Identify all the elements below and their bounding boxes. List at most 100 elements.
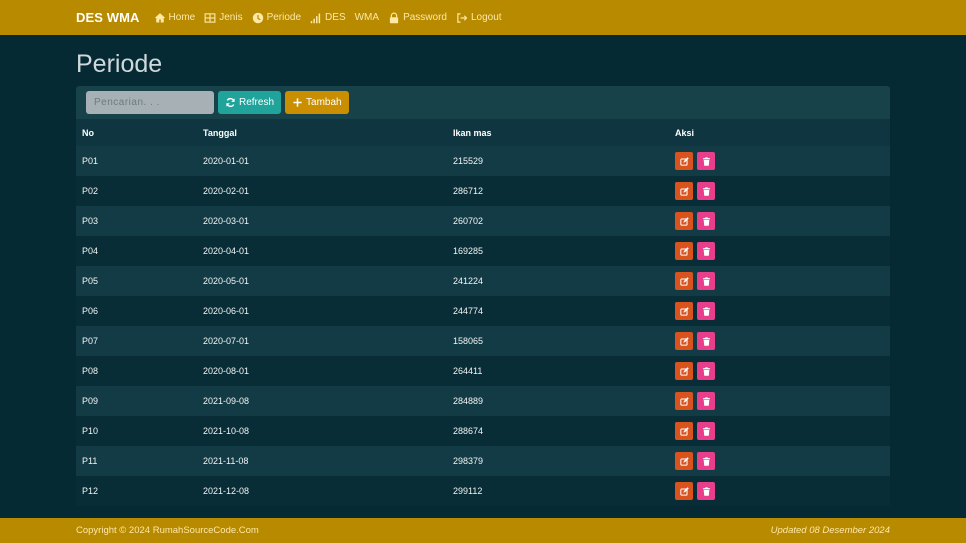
delete-button[interactable] <box>697 332 715 350</box>
search-input[interactable] <box>86 91 214 114</box>
cell-ikan-mas: 158065 <box>453 336 484 346</box>
delete-button[interactable] <box>697 482 715 500</box>
edit-icon <box>679 186 689 196</box>
cell-ikan-mas: 264411 <box>453 366 483 376</box>
edit-icon <box>679 306 689 316</box>
cell-no: P08 <box>82 366 99 376</box>
edit-button[interactable] <box>675 332 693 350</box>
cell-ikan-mas: 260702 <box>453 216 484 226</box>
edit-button[interactable] <box>675 362 693 380</box>
edit-icon <box>679 366 689 376</box>
nav-des[interactable]: DES <box>310 12 346 24</box>
table-row: P06 2020-06-01 244774 <box>76 296 890 326</box>
cell-no: P05 <box>82 276 99 286</box>
cell-aksi <box>669 356 890 386</box>
edit-button[interactable] <box>675 182 693 200</box>
periode-panel: Refresh Tambah No Tanggal Ikan mas Aksi … <box>76 86 890 506</box>
clock-icon <box>252 12 264 24</box>
cell-tanggal: 2021-09-08 <box>203 396 250 406</box>
edit-icon <box>679 336 689 346</box>
cell-no: P01 <box>82 156 99 166</box>
cell-no: P03 <box>82 216 99 226</box>
nav-home-label: Home <box>168 12 196 23</box>
edit-button[interactable] <box>675 482 693 500</box>
edit-button[interactable] <box>675 392 693 410</box>
tambah-label: Tambah <box>306 97 342 108</box>
nav-periode-label: Periode <box>266 12 302 23</box>
cell-ikan-mas: 169285 <box>453 246 484 256</box>
delete-button[interactable] <box>697 272 715 290</box>
delete-button[interactable] <box>697 182 715 200</box>
cell-aksi <box>669 386 890 416</box>
cell-ikan-mas: 298379 <box>453 456 484 466</box>
cell-ikan-mas: 284889 <box>453 396 484 406</box>
tambah-button[interactable]: Tambah <box>285 91 349 114</box>
delete-button[interactable] <box>697 242 715 260</box>
cell-tanggal: 2021-11-08 <box>203 456 249 466</box>
header-ikan-mas: Ikan mas <box>453 127 492 138</box>
trash-icon <box>702 156 711 166</box>
table-row: P05 2020-05-01 241224 <box>76 266 890 296</box>
table-row: P03 2020-03-01 260702 <box>76 206 890 236</box>
table-row: P12 2021-12-08 299112 <box>76 476 890 506</box>
cell-aksi <box>669 416 890 446</box>
delete-button[interactable] <box>697 392 715 410</box>
nav-wma-label: WMA <box>354 12 380 23</box>
cell-tanggal: 2020-08-01 <box>203 366 250 376</box>
delete-button[interactable] <box>697 452 715 470</box>
cell-tanggal: 2020-07-01 <box>203 336 250 346</box>
cell-aksi <box>669 326 890 356</box>
cell-no: P02 <box>82 186 99 196</box>
edit-icon <box>679 396 689 406</box>
trash-icon <box>702 306 711 316</box>
edit-icon <box>679 426 689 436</box>
cell-tanggal: 2020-06-01 <box>203 306 250 316</box>
cell-no: P04 <box>82 246 99 256</box>
trash-icon <box>702 486 711 496</box>
trash-icon <box>702 336 711 346</box>
header-tanggal: Tanggal <box>203 127 237 138</box>
trash-icon <box>702 246 711 256</box>
cell-no: P07 <box>82 336 99 346</box>
delete-button[interactable] <box>697 422 715 440</box>
table-header-row: No Tanggal Ikan mas Aksi <box>76 119 890 146</box>
nav-password[interactable]: Password <box>388 12 447 24</box>
delete-button[interactable] <box>697 362 715 380</box>
cell-tanggal: 2020-04-01 <box>203 246 250 256</box>
brand[interactable]: DES WMA <box>76 10 140 25</box>
trash-icon <box>702 426 711 436</box>
edit-icon <box>679 486 689 496</box>
cell-ikan-mas: 299112 <box>453 486 483 496</box>
periode-table: No Tanggal Ikan mas Aksi P01 2020-01-01 … <box>76 119 890 506</box>
nav-logout[interactable]: Logout <box>456 12 502 24</box>
cell-no: P12 <box>82 486 99 496</box>
nav-wma[interactable]: WMA <box>355 12 379 23</box>
edit-button[interactable] <box>675 272 693 290</box>
signal-icon <box>310 12 322 24</box>
edit-button[interactable] <box>675 302 693 320</box>
delete-button[interactable] <box>697 152 715 170</box>
edit-button[interactable] <box>675 152 693 170</box>
toolbar: Refresh Tambah <box>76 86 890 119</box>
table-row: P09 2021-09-08 284889 <box>76 386 890 416</box>
edit-button[interactable] <box>675 212 693 230</box>
table-body: P01 2020-01-01 215529 P02 2020-02-01 286… <box>76 146 890 506</box>
table-row: P04 2020-04-01 169285 <box>76 236 890 266</box>
cell-tanggal: 2021-12-08 <box>203 486 250 496</box>
edit-icon <box>679 156 689 166</box>
table-row: P10 2021-10-08 288674 <box>76 416 890 446</box>
table-row: P07 2020-07-01 158065 <box>76 326 890 356</box>
cell-tanggal: 2021-10-08 <box>203 426 250 436</box>
nav-jenis[interactable]: Jenis <box>204 12 243 24</box>
home-icon <box>154 12 166 24</box>
edit-button[interactable] <box>675 422 693 440</box>
refresh-button[interactable]: Refresh <box>218 91 282 114</box>
nav-home[interactable]: Home <box>154 12 196 24</box>
delete-button[interactable] <box>697 212 715 230</box>
delete-button[interactable] <box>697 302 715 320</box>
edit-button[interactable] <box>675 242 693 260</box>
edit-button[interactable] <box>675 452 693 470</box>
cell-tanggal: 2020-05-01 <box>203 276 250 286</box>
cell-ikan-mas: 288674 <box>453 426 484 436</box>
nav-periode[interactable]: Periode <box>252 12 301 24</box>
